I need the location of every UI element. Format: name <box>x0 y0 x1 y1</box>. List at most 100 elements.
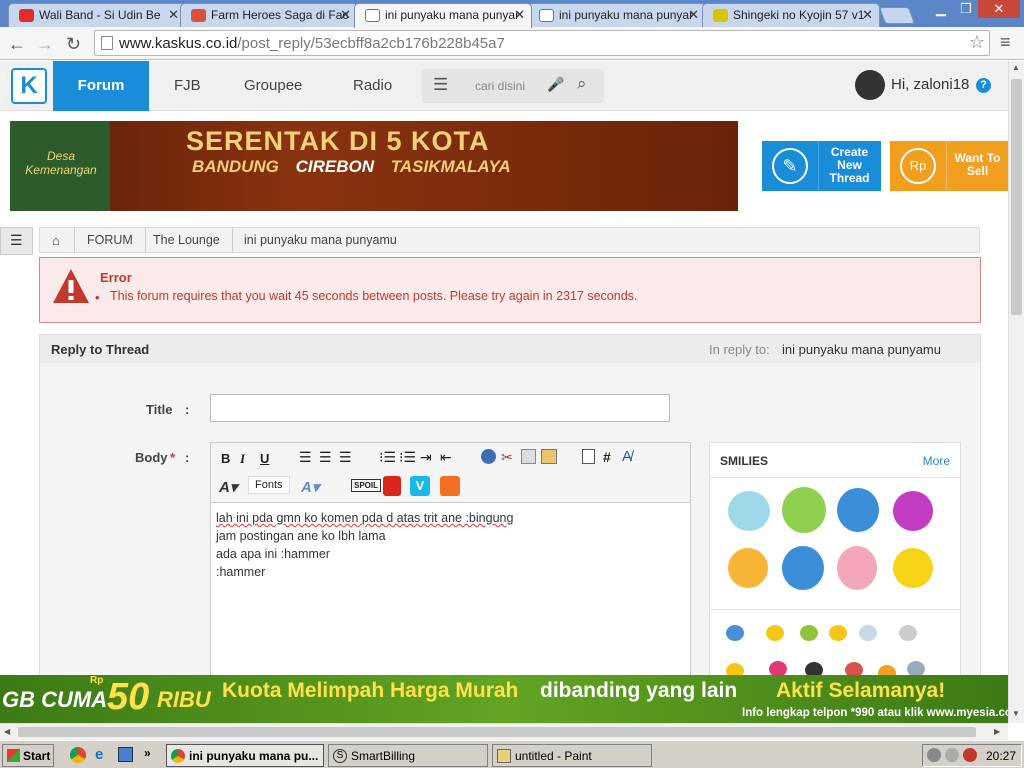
text-color-icon[interactable]: A▾ <box>219 478 237 496</box>
taskbar-item-paint[interactable]: untitled - Paint <box>492 744 652 767</box>
taskbar-item-chrome[interactable]: ini punyaku mana pu... <box>166 744 324 767</box>
create-thread-button[interactable]: ✎ Create New Thread <box>762 141 881 191</box>
search-icon[interactable]: ⌕ <box>577 74 587 94</box>
code-icon[interactable] <box>521 449 536 464</box>
breadcrumb-forum[interactable]: FORUM <box>87 233 133 247</box>
restore-button[interactable]: ❐ <box>953 0 979 18</box>
smiley-icon[interactable] <box>782 546 824 590</box>
clear-format-icon[interactable]: A̸ <box>622 448 632 465</box>
close-icon[interactable]: ✕ <box>862 7 873 23</box>
hash-icon[interactable]: # <box>603 449 611 465</box>
help-icon[interactable]: ? <box>976 78 991 93</box>
back-icon[interactable]: ← <box>8 34 26 55</box>
bold-icon[interactable]: B <box>221 451 230 466</box>
forward-icon[interactable]: → <box>36 34 54 55</box>
taskbar-item-smartbilling[interactable]: S SmartBilling <box>328 744 488 767</box>
url-input[interactable]: www.kaskus.co.id/post_reply/53ecbff8a2cb… <box>94 30 990 56</box>
italic-icon[interactable]: I <box>240 451 245 467</box>
chevron-right-icon[interactable]: » <box>144 746 151 760</box>
body-textarea[interactable]: lah ini pda gmn ko komen pda d atas trit… <box>216 509 686 581</box>
small-smiley-icon[interactable] <box>829 625 847 641</box>
smiley-icon[interactable] <box>837 488 879 532</box>
browser-tab-active[interactable]: ini punyaku mana punyar ✕ <box>354 3 532 28</box>
menu-icon[interactable]: ≡ <box>1000 32 1011 53</box>
event-banner[interactable]: Desa Kemenangan SERENTAK DI 5 KOTA BANDU… <box>10 121 738 211</box>
smiley-icon[interactable] <box>728 491 770 531</box>
browser-tab[interactable]: Wali Band - Si Udin Be ✕ <box>8 3 186 27</box>
align-left-icon[interactable]: ☰ <box>299 449 312 466</box>
scroll-up-icon[interactable]: ▲ <box>1012 63 1020 72</box>
browser-tab[interactable]: Farm Heroes Saga di Fac ✕ <box>180 3 358 27</box>
quicklaunch-icon[interactable] <box>118 747 133 762</box>
vimeo-icon[interactable]: V <box>410 476 430 496</box>
scroll-thumb[interactable] <box>1011 79 1022 315</box>
smiley-icon[interactable] <box>728 548 768 588</box>
reload-icon[interactable]: ↻ <box>66 34 81 55</box>
alarm-icon[interactable] <box>963 748 977 762</box>
nav-fjb[interactable]: FJB <box>174 61 201 111</box>
smiley-icon[interactable] <box>893 491 933 531</box>
link-icon[interactable] <box>481 449 496 464</box>
small-smiley-icon[interactable] <box>800 625 818 641</box>
small-smiley-icon[interactable] <box>899 625 917 641</box>
small-smiley-icon[interactable] <box>859 625 877 641</box>
kaskus-logo[interactable]: K <box>11 68 47 104</box>
volume-icon[interactable] <box>945 748 959 762</box>
smiley-icon[interactable] <box>893 548 933 588</box>
close-icon[interactable]: ✕ <box>514 7 525 23</box>
clock[interactable]: 20:27 <box>986 749 1016 763</box>
align-right-icon[interactable]: ☰ <box>339 449 352 466</box>
nav-forum[interactable]: Forum <box>53 61 149 111</box>
font-size-icon[interactable]: A▾ <box>301 478 319 496</box>
nav-radio[interactable]: Radio <box>353 61 392 111</box>
soundcloud-icon[interactable] <box>440 476 460 496</box>
title-input[interactable] <box>210 394 670 422</box>
microphone-icon[interactable]: 🎤 <box>547 76 564 93</box>
smilies-more-link[interactable]: More <box>923 454 950 468</box>
in-reply-thread[interactable]: ini punyaku mana punyamu <box>782 342 941 357</box>
start-button[interactable]: Start <box>2 744 54 767</box>
search-input[interactable]: cari disini <box>475 79 525 93</box>
star-icon[interactable]: ☆ <box>969 32 985 53</box>
home-icon[interactable]: ⌂ <box>52 233 60 248</box>
smiley-icon[interactable] <box>837 546 877 590</box>
window-close-button[interactable]: ✕ <box>978 0 1020 18</box>
spoiler-icon[interactable]: SPOIL <box>351 479 382 492</box>
fonts-select[interactable]: Fonts <box>248 476 290 494</box>
unlink-icon[interactable]: ✂ <box>501 449 513 466</box>
list-icon[interactable]: ☰ <box>433 75 448 95</box>
breadcrumb-the-lounge[interactable]: The Lounge <box>153 233 220 247</box>
want-to-sell-button[interactable]: Rp Want To Sell <box>890 141 1008 191</box>
image-icon[interactable] <box>541 449 557 464</box>
close-icon[interactable]: ✕ <box>340 7 351 23</box>
underline-icon[interactable]: U <box>260 451 269 466</box>
horizontal-scrollbar[interactable]: ◀ ▶ <box>0 723 1008 740</box>
scroll-right-icon[interactable]: ▶ <box>994 727 1000 736</box>
sidebar-toggle-button[interactable]: ☰ <box>0 227 33 255</box>
quote-icon[interactable] <box>582 449 595 464</box>
chrome-icon[interactable] <box>70 747 86 763</box>
new-tab-button[interactable] <box>878 7 916 24</box>
bullet-list-icon[interactable]: ⁝☰ <box>379 449 396 466</box>
browser-tab[interactable]: ini punyaku mana punyar ✕ <box>528 3 706 27</box>
browser-tab[interactable]: Shingeki no Kyojin 57 v1 ✕ <box>702 3 880 27</box>
close-icon[interactable]: ✕ <box>168 7 179 23</box>
youtube-icon[interactable] <box>383 476 401 496</box>
align-center-icon[interactable]: ☰ <box>319 449 332 466</box>
vertical-scrollbar[interactable]: ▲ ▼ <box>1008 61 1024 723</box>
smiley-icon[interactable] <box>782 487 826 533</box>
scroll-left-icon[interactable]: ◀ <box>4 727 10 736</box>
tray-icon[interactable] <box>927 748 941 762</box>
close-icon[interactable]: ✕ <box>688 7 699 23</box>
hscroll-thumb[interactable] <box>18 727 976 737</box>
small-smiley-icon[interactable] <box>726 625 744 641</box>
indent-icon[interactable]: ⇥ <box>420 449 432 466</box>
myesia-ad-banner[interactable]: GB CUMA Rp 50 RIBU Kuota Melimpah Harga … <box>0 675 1008 723</box>
scroll-down-icon[interactable]: ▼ <box>1012 709 1020 718</box>
minimize-button[interactable]: ▁ <box>928 0 954 18</box>
ie-icon[interactable]: e <box>95 746 103 763</box>
nav-groupee[interactable]: Groupee <box>244 61 302 111</box>
small-smiley-icon[interactable] <box>766 625 784 641</box>
numbered-list-icon[interactable]: ⁝☰ <box>399 449 416 466</box>
outdent-icon[interactable]: ⇤ <box>440 449 452 466</box>
